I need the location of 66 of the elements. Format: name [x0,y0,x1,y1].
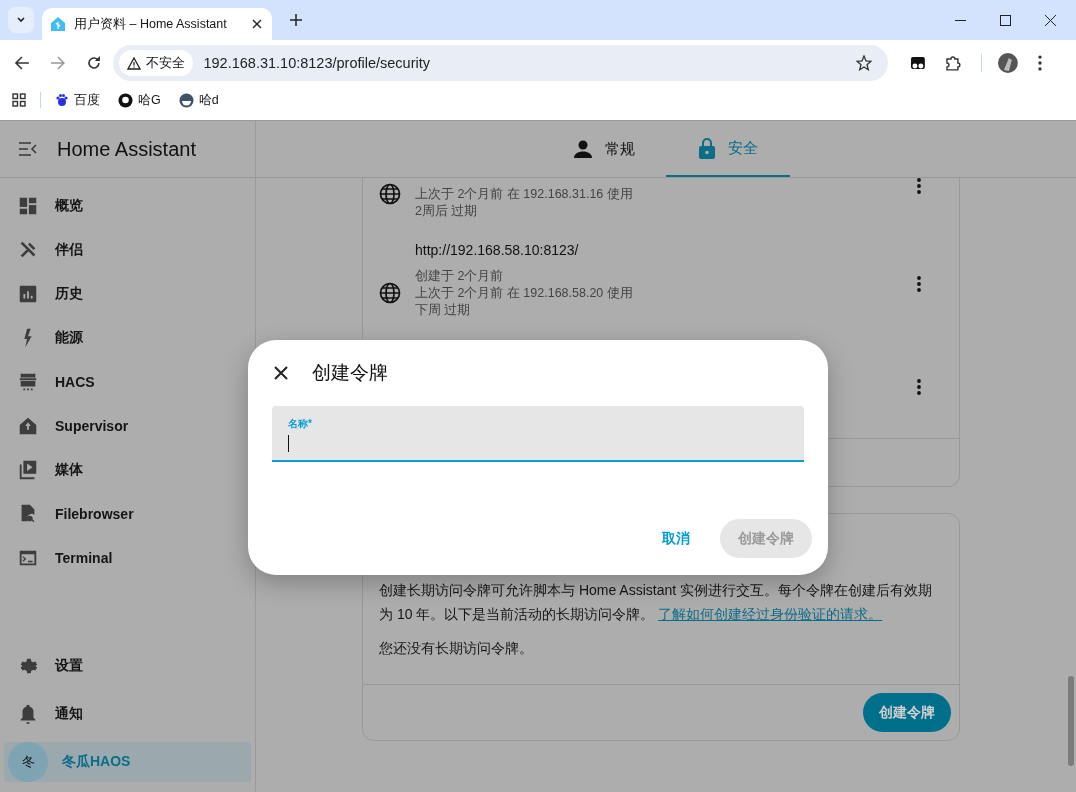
session-detail: 创建于 2个月前 [415,267,505,285]
more-options-icon[interactable] [917,379,921,395]
puzzle-icon[interactable] [945,55,962,71]
description-text: 创建长期访问令牌可允许脚本与 Home Assistant 实例进行交互。每个令牌在创建后有效期为 10 年。以下是当前活动的长期访问令牌。 了解如何创建经过身份验证的请求。 [379,581,934,624]
lock-icon [698,137,716,159]
create-token-button[interactable]: 创建令牌 [863,693,951,732]
session-detail: 下周 过期 [415,301,472,319]
sidebar-item[interactable]: 能源 [4,318,251,358]
app-title: Home Assistant [57,137,196,161]
warning-icon [127,56,142,70]
scrollbar-thumb[interactable] [1068,676,1074,766]
close-icon[interactable] [1045,14,1056,26]
storefront-icon [17,371,39,393]
apps-grid-icon[interactable] [12,93,26,107]
sidebar-item[interactable]: 媒体 [4,450,251,490]
menu-icon[interactable] [19,142,37,156]
address-bar[interactable]: 不安全 192.168.31.10:8123/profile/security [113,45,888,81]
dashboard-icon [17,195,39,217]
close-icon[interactable] [274,366,288,380]
security-chip[interactable]: 不安全 [119,50,194,76]
tab-list-button[interactable] [8,7,34,33]
sidebar-item[interactable]: Terminal [4,538,251,578]
user-avatar: 冬 [8,742,48,782]
house-icon [50,16,66,32]
sidebar-item[interactable]: 历史 [4,274,251,314]
session-url: http://192.168.58.10:8123/ [415,241,580,258]
new-tab-icon[interactable] [290,14,302,26]
url-text: 192.168.31.10:8123/profile/security [203,55,430,71]
sidebar-item[interactable]: Filebrowser [4,494,251,534]
globe-icon [379,183,401,205]
bookmark[interactable]: 百度 [55,91,100,109]
sidebar-item[interactable]: 设置 [4,646,251,686]
avatar[interactable] [998,53,1018,73]
tab[interactable]: 常规 [542,121,666,177]
sidebar-item[interactable]: HACS [4,362,251,402]
globe-icon [379,282,401,304]
bookmark[interactable]: 哈d [178,91,219,109]
session-detail: 上次于 2个月前 在 192.168.31.16 使用 [415,186,633,203]
forward-arrow-icon[interactable] [49,55,66,71]
session-detail: 上次于 2个月前 在 192.168.58.20 使用 [415,284,633,302]
back-arrow-icon[interactable] [14,55,30,71]
sidebar-item[interactable]: 概览 [4,186,251,226]
sidebar-item[interactable]: 通知 [4,694,251,734]
bookmark[interactable]: 哈G [118,91,161,109]
person-icon [573,139,593,159]
dialog-title: 创建令牌 [312,361,388,385]
tab-title: 用户资料 – Home Assistant [74,15,228,33]
user-item[interactable]: 冬 冬瓜HAOS [4,742,251,782]
more-options-icon[interactable] [917,276,921,292]
user-name: 冬瓜HAOS [62,753,131,771]
extension-icon[interactable] [909,56,926,70]
menu-icon[interactable] [1038,55,1042,71]
browser-tab[interactable]: 用户资料 – Home Assistant [42,8,272,40]
play-icon [17,459,39,481]
reload-icon[interactable] [85,55,102,71]
sidebar-item[interactable]: 伴侣 [4,230,251,270]
star-icon[interactable] [855,55,872,71]
more-options-icon[interactable] [917,178,921,194]
house-icon [17,415,39,437]
session-detail: 2周后 过期 [415,203,479,220]
sidebar-item[interactable]: Supervisor [4,406,251,446]
empty-message: 您还没有长期访问令牌。 [379,639,534,658]
bar-chart-icon [17,283,39,305]
maximize-icon[interactable] [1000,14,1011,26]
close-icon[interactable] [252,19,262,29]
paw-icon [55,93,69,107]
